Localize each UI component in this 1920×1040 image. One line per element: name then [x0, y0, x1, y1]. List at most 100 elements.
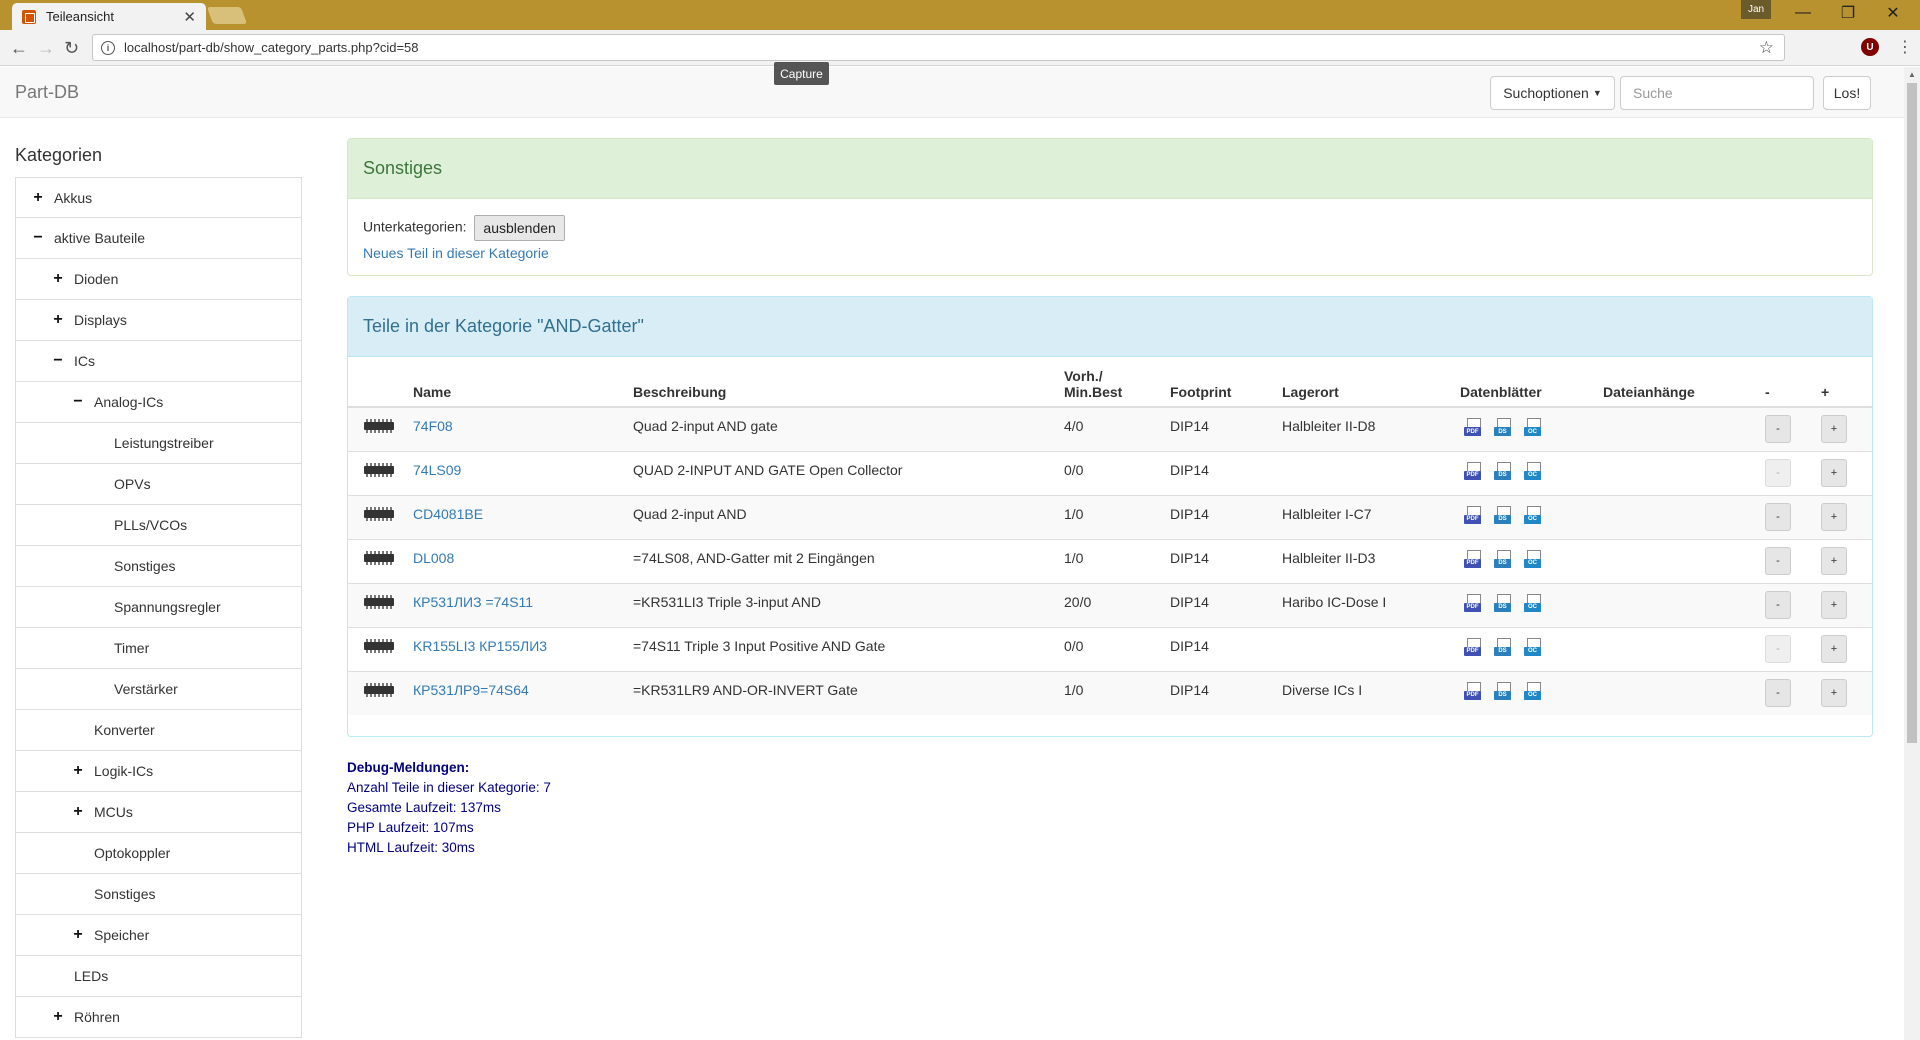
octopart-icon[interactable]: OC	[1524, 637, 1543, 660]
ublock-extension-icon[interactable]: U	[1861, 38, 1879, 56]
collapse-icon[interactable]: −	[51, 352, 65, 370]
decrease-stock-button[interactable]: -	[1765, 634, 1791, 663]
octopart-icon[interactable]: OC	[1524, 681, 1543, 704]
increase-stock-button[interactable]: +	[1821, 678, 1847, 707]
category-item[interactable]: Verstärker	[15, 669, 302, 710]
datasheetcatalog-icon[interactable]: DS	[1494, 549, 1513, 572]
alldatasheet-icon[interactable]: PDF	[1464, 637, 1483, 660]
brand-logo[interactable]: Part-DB	[15, 82, 79, 103]
expand-icon[interactable]: +	[51, 1008, 65, 1026]
search-options-dropdown[interactable]: Suchoptionen ▼	[1490, 76, 1615, 110]
scrollbar-thumb[interactable]	[1907, 83, 1917, 743]
category-item[interactable]: Konverter	[15, 710, 302, 751]
col-location[interactable]: Lagerort	[1274, 357, 1452, 408]
search-input[interactable]	[1620, 76, 1814, 110]
octopart-icon[interactable]: OC	[1524, 461, 1543, 484]
alldatasheet-icon[interactable]: PDF	[1464, 418, 1483, 440]
decrease-stock-button[interactable]: -	[1765, 590, 1791, 619]
expand-icon[interactable]: +	[31, 189, 45, 207]
decrease-stock-button[interactable]: -	[1765, 458, 1791, 487]
minimize-icon[interactable]: —	[1783, 2, 1823, 24]
increase-stock-button[interactable]: +	[1821, 546, 1847, 575]
tab-close-icon[interactable]: ✕	[183, 8, 196, 26]
alldatasheet-icon[interactable]: PDF	[1464, 549, 1483, 572]
category-item[interactable]: + Röhren	[15, 997, 302, 1038]
address-bar[interactable]: i localhost/part-db/show_category_parts.…	[92, 34, 1785, 61]
collapse-icon[interactable]: −	[31, 229, 45, 247]
hide-subcategories-button[interactable]: ausblenden	[474, 215, 565, 241]
profile-badge[interactable]: Jan	[1741, 0, 1771, 19]
category-item[interactable]: + Dioden	[15, 259, 302, 300]
info-icon[interactable]: i	[101, 40, 115, 55]
category-item[interactable]: − ICs	[15, 341, 302, 382]
page-scrollbar[interactable]: ▲	[1904, 67, 1920, 1040]
decrease-stock-button[interactable]: -	[1765, 415, 1791, 443]
part-name-link[interactable]: КР531ЛР9=74S64	[413, 682, 529, 698]
reload-icon[interactable]: ↻	[64, 38, 79, 59]
increase-stock-button[interactable]: +	[1821, 458, 1847, 487]
col-name[interactable]: Name	[405, 357, 625, 408]
col-description[interactable]: Beschreibung	[625, 357, 1056, 408]
datasheetcatalog-icon[interactable]: DS	[1494, 461, 1513, 484]
category-item[interactable]: Timer	[15, 628, 302, 669]
decrease-stock-button[interactable]: -	[1765, 546, 1791, 575]
col-footprint[interactable]: Footprint	[1162, 357, 1274, 408]
category-item[interactable]: − aktive Bauteile	[15, 218, 302, 259]
expand-icon[interactable]: +	[71, 926, 85, 944]
category-item[interactable]: Leistungstreiber	[15, 423, 302, 464]
col-stock[interactable]: Vorh./Min.Best	[1056, 357, 1162, 408]
increase-stock-button[interactable]: +	[1821, 634, 1847, 663]
category-item[interactable]: LEDs	[15, 956, 302, 997]
collapse-icon[interactable]: −	[71, 393, 85, 411]
forward-icon[interactable]: →	[37, 38, 55, 59]
octopart-icon[interactable]: OC	[1524, 418, 1543, 440]
increase-stock-button[interactable]: +	[1821, 502, 1847, 531]
part-name-link[interactable]: KR155LI3 КР155ЛИ3	[413, 638, 547, 654]
datasheetcatalog-icon[interactable]: DS	[1494, 681, 1513, 704]
octopart-icon[interactable]: OC	[1524, 505, 1543, 528]
part-name-link[interactable]: DL008	[413, 550, 454, 566]
decrease-stock-button[interactable]: -	[1765, 678, 1791, 707]
scroll-up-icon[interactable]: ▲	[1908, 70, 1916, 79]
category-item[interactable]: PLLs/VCOs	[15, 505, 302, 546]
alldatasheet-icon[interactable]: PDF	[1464, 593, 1483, 616]
category-item[interactable]: + Displays	[15, 300, 302, 341]
part-name-link[interactable]: 74F08	[413, 418, 453, 434]
category-item[interactable]: + Speicher	[15, 915, 302, 956]
increase-stock-button[interactable]: +	[1821, 590, 1847, 619]
octopart-icon[interactable]: OC	[1524, 549, 1543, 572]
decrease-stock-button[interactable]: -	[1765, 502, 1791, 531]
category-item[interactable]: + Logik-ICs	[15, 751, 302, 792]
new-part-link[interactable]: Neues Teil in dieser Kategorie	[363, 245, 1857, 261]
category-item[interactable]: − Analog-ICs	[15, 382, 302, 423]
alldatasheet-icon[interactable]: PDF	[1464, 461, 1483, 484]
category-item[interactable]: Spannungsregler	[15, 587, 302, 628]
category-item[interactable]: + Akkus	[15, 177, 302, 218]
octopart-icon[interactable]: OC	[1524, 593, 1543, 616]
bookmark-star-icon[interactable]: ☆	[1759, 38, 1774, 58]
datasheetcatalog-icon[interactable]: DS	[1494, 637, 1513, 660]
increase-stock-button[interactable]: +	[1821, 415, 1847, 443]
restore-icon[interactable]: ❐	[1828, 2, 1868, 24]
category-item[interactable]: Optokoppler	[15, 833, 302, 874]
alldatasheet-icon[interactable]: PDF	[1464, 681, 1483, 704]
close-window-icon[interactable]: ✕	[1873, 2, 1913, 24]
expand-icon[interactable]: +	[51, 270, 65, 288]
expand-icon[interactable]: +	[51, 311, 65, 329]
datasheetcatalog-icon[interactable]: DS	[1494, 418, 1513, 440]
browser-menu-icon[interactable]: ⋮	[1897, 37, 1913, 57]
browser-tab[interactable]: Teileansicht ✕	[12, 3, 206, 30]
category-item[interactable]: + MCUs	[15, 792, 302, 833]
expand-icon[interactable]: +	[71, 762, 85, 780]
search-go-button[interactable]: Los!	[1823, 76, 1871, 110]
datasheetcatalog-icon[interactable]: DS	[1494, 505, 1513, 528]
part-name-link[interactable]: 74LS09	[413, 462, 461, 478]
expand-icon[interactable]: +	[71, 803, 85, 821]
part-name-link[interactable]: CD4081BE	[413, 506, 483, 522]
category-item[interactable]: Sonstiges	[15, 546, 302, 587]
alldatasheet-icon[interactable]: PDF	[1464, 505, 1483, 528]
category-item[interactable]: Sonstiges	[15, 874, 302, 915]
datasheetcatalog-icon[interactable]: DS	[1494, 593, 1513, 616]
back-icon[interactable]: ←	[10, 38, 28, 59]
category-item[interactable]: OPVs	[15, 464, 302, 505]
